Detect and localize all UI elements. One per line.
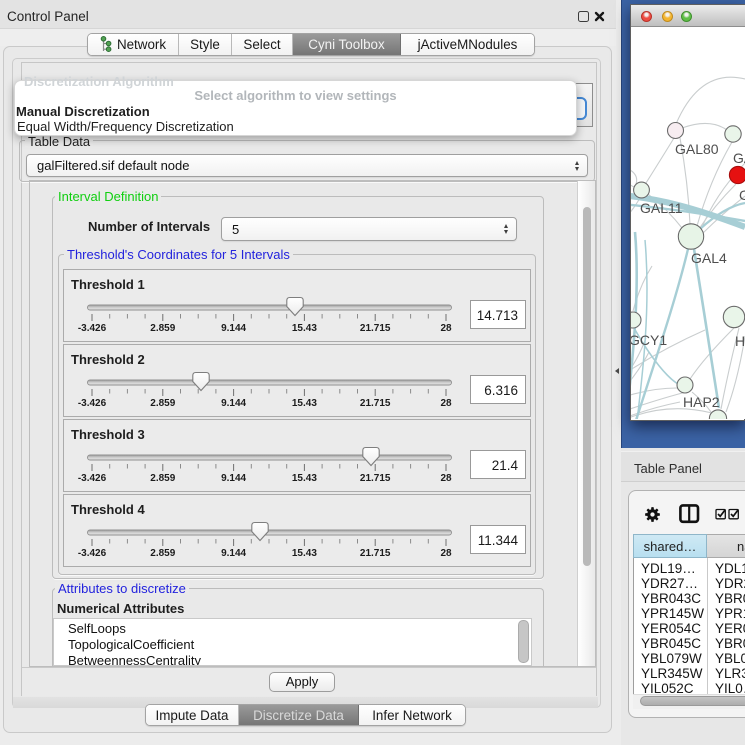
svg-text:2.859: 2.859 (150, 548, 175, 559)
svg-text:-3.426: -3.426 (78, 473, 107, 484)
svg-text:9.144: 9.144 (221, 323, 246, 334)
svg-text:21.715: 21.715 (360, 398, 391, 409)
svg-text:21.715: 21.715 (360, 548, 391, 559)
svg-text:-3.426: -3.426 (78, 548, 107, 559)
svg-text:15.43: 15.43 (292, 398, 317, 409)
svg-text:H: H (735, 333, 745, 349)
svg-text:9.144: 9.144 (221, 398, 246, 409)
svg-text:9.144: 9.144 (221, 473, 246, 484)
svg-text:28: 28 (440, 398, 452, 409)
svg-text:GA: GA (733, 150, 745, 166)
svg-text:28: 28 (440, 323, 452, 334)
svg-text:9.144: 9.144 (221, 548, 246, 559)
svg-text:2.859: 2.859 (150, 398, 175, 409)
svg-text:HAP2: HAP2 (683, 394, 720, 410)
svg-text:15.43: 15.43 (292, 473, 317, 484)
svg-text:21.715: 21.715 (360, 323, 391, 334)
svg-text:21.715: 21.715 (360, 473, 391, 484)
svg-text:C: C (739, 187, 745, 203)
svg-text:2.859: 2.859 (150, 323, 175, 334)
svg-text:28: 28 (440, 473, 452, 484)
svg-text:GCY1: GCY1 (631, 332, 667, 348)
svg-text:15.43: 15.43 (292, 323, 317, 334)
svg-text:15.43: 15.43 (292, 548, 317, 559)
svg-text:2.859: 2.859 (150, 473, 175, 484)
svg-text:GAL4: GAL4 (691, 250, 727, 266)
svg-text:-3.426: -3.426 (78, 398, 107, 409)
svg-text:-3.426: -3.426 (78, 323, 107, 334)
svg-text:GAL11: GAL11 (640, 200, 683, 216)
svg-text:GAL80: GAL80 (675, 141, 719, 157)
svg-text:28: 28 (440, 548, 452, 559)
